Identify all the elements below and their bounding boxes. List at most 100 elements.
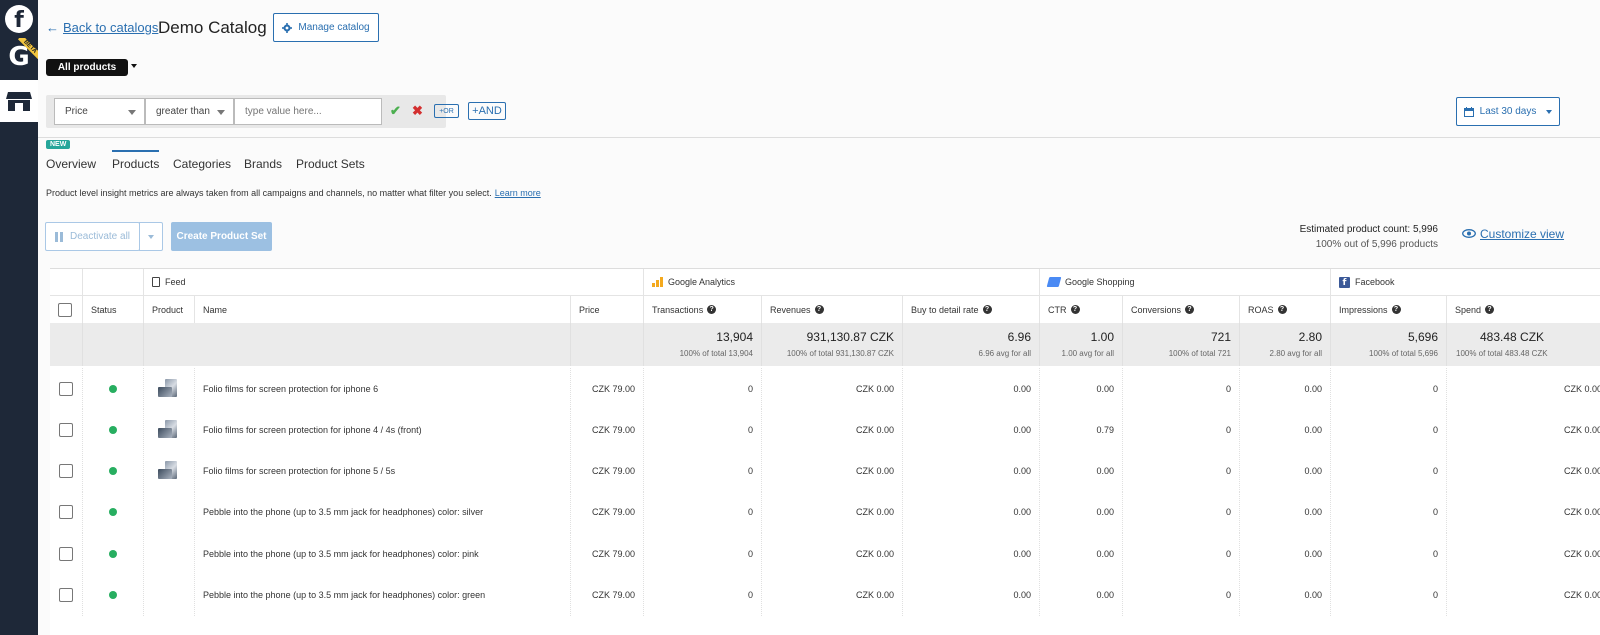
revenues-value: CZK 0.00 [855,383,894,394]
column-header-transactions[interactable]: Transactions? [644,296,762,323]
learn-more-link[interactable]: Learn more [495,188,541,198]
cell-revenues: CZK 0.00 [762,450,903,492]
help-icon[interactable]: ? [1485,305,1495,314]
tab-product-sets[interactable]: Product Sets [296,157,365,171]
cell-ctr: 0.00 [1040,574,1123,616]
chevron-down-icon [128,110,136,115]
deactivate-all-button[interactable]: Deactivate all [45,222,140,251]
sidebar-item-google[interactable]: G BETA [0,38,38,76]
table-row[interactable]: Pebble into the phone (up to 3.5 mm jack… [50,491,1600,533]
status-active-indicator[interactable] [109,549,117,558]
manage-catalog-label: Manage catalog [298,22,370,33]
filter-field-value: Price [65,106,88,117]
column-header-roas[interactable]: ROAS? [1240,296,1331,323]
pause-icon [55,231,63,242]
status-active-indicator[interactable] [109,467,117,476]
totals-spend-sub: 100% of total 483.48 CZK [1456,349,1548,358]
roas-value: 0.00 [1304,507,1322,518]
column-header-impressions[interactable]: Impressions? [1331,296,1447,323]
table-row[interactable]: Pebble into the phone (up to 3.5 mm jack… [50,533,1600,575]
help-icon[interactable]: ? [1277,305,1287,314]
filter-operator-select[interactable]: greater than [145,98,234,125]
store-icon [6,92,32,111]
impressions-label: Impressions [1339,304,1388,315]
cell-spend: CZK 0.00 [1447,492,1600,533]
table-row[interactable]: Folio films for screen protection for ip… [50,450,1600,492]
cell-conversions: 0 [1123,533,1240,575]
select-all-checkbox[interactable] [58,302,72,317]
row-checkbox[interactable] [59,422,73,437]
chevron-down-icon[interactable] [131,64,137,68]
transactions-label: Transactions [652,304,704,315]
add-and-button[interactable]: +AND [468,102,506,120]
totals-impressions-sub: 100% of total 5,696 [1369,349,1438,358]
cell-name: Folio films for screen protection for ip… [195,450,571,492]
row-checkbox[interactable] [59,588,73,602]
table-row[interactable]: Folio films for screen protection for ip… [50,368,1600,409]
help-icon[interactable]: ? [1391,305,1401,314]
main-content: ← Back to catalogs Demo Catalog Manage ca… [38,0,1600,635]
spend-value: CZK 0.00 [1563,466,1600,477]
cell-buy-to-detail: 0.00 [903,409,1040,451]
check-icon[interactable]: ✔ [390,103,401,119]
help-icon[interactable]: ? [982,305,992,314]
totals-buy-to-detail: 6.96 6.96 avg for all [903,323,1040,366]
customize-view-label: Customize view [1480,227,1565,241]
tab-products[interactable]: Products [112,150,160,171]
buy-to-detail-value: 0.00 [1013,507,1031,518]
row-checkbox[interactable] [59,381,73,396]
column-header-name[interactable]: Name [195,296,571,323]
tab-brands[interactable]: Brands [244,157,282,171]
column-header-status[interactable]: Status [83,296,144,323]
name-value[interactable]: Pebble into the phone (up to 3.5 mm jack… [203,507,483,517]
product-thumbnail [157,461,181,481]
filter-field-select[interactable]: Price [54,98,145,125]
status-active-indicator[interactable] [109,508,117,517]
column-header-product[interactable]: Product [144,296,195,323]
column-header-ctr[interactable]: CTR? [1040,296,1123,323]
date-range-button[interactable]: Last 30 days [1456,97,1560,126]
name-value[interactable]: Pebble into the phone (up to 3.5 mm jack… [203,590,485,600]
row-checkbox[interactable] [59,505,73,520]
tab-categories[interactable]: Categories [173,157,231,171]
tab-overview[interactable]: Overview [46,157,96,171]
customize-view-link[interactable]: Customize view [1462,227,1564,241]
back-to-catalogs-link[interactable]: ← Back to catalogs [46,20,158,35]
cell-status [83,533,144,575]
status-active-indicator[interactable] [109,591,117,599]
column-header-price[interactable]: Price [571,296,644,323]
status-active-indicator[interactable] [109,384,117,393]
column-header-conversions[interactable]: Conversions? [1123,296,1240,323]
row-checkbox[interactable] [59,546,73,561]
row-checkbox[interactable] [59,464,73,479]
name-value[interactable]: Folio films for screen protection for ip… [203,384,378,394]
all-products-selector[interactable]: All products [46,59,128,76]
table-row[interactable]: Pebble into the phone (up to 3.5 mm jack… [50,574,1600,616]
manage-catalog-button[interactable]: Manage catalog [273,13,379,42]
name-value[interactable]: Folio films for screen protection for ip… [203,466,395,476]
close-icon[interactable]: ✖ [412,103,423,119]
sidebar-item-facebook[interactable]: f [0,0,38,38]
help-icon[interactable]: ? [1185,305,1195,314]
sidebar-item-catalog[interactable] [0,80,38,122]
create-product-set-button[interactable]: Create Product Set [171,222,272,251]
group-header-facebook: f Facebook [1331,269,1600,296]
table-row[interactable]: Folio films for screen protection for ip… [50,409,1600,451]
column-header-buy-to-detail-rate[interactable]: Buy to detail rate? [903,296,1040,323]
name-value[interactable]: Folio films for screen protection for ip… [203,425,422,435]
spend-label: Spend [1455,304,1482,315]
conversions-label: Conversions [1131,304,1182,315]
filter-value-input[interactable] [234,98,382,125]
deactivate-dropdown-toggle[interactable] [139,222,163,251]
column-header-revenues[interactable]: Revenues? [762,296,903,323]
facebook-icon: f [5,5,33,33]
status-active-indicator[interactable] [109,425,117,434]
cell-revenues: CZK 0.00 [762,533,903,575]
help-icon[interactable]: ? [814,305,824,314]
name-value[interactable]: Pebble into the phone (up to 3.5 mm jack… [203,549,479,559]
column-header-spend[interactable]: Spend? [1447,296,1600,323]
help-icon[interactable]: ? [1070,305,1080,314]
cell-roas: 0.00 [1240,450,1331,492]
help-icon[interactable]: ? [707,305,717,314]
add-or-button[interactable]: +OR [434,104,459,118]
